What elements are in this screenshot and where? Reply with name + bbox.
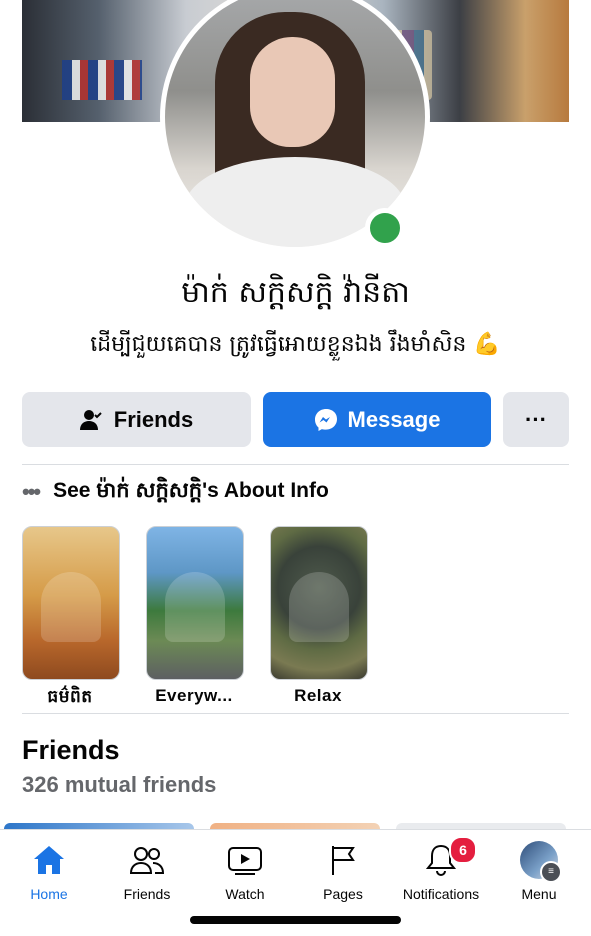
friends-button-label: Friends: [113, 406, 194, 432]
messenger-icon: [314, 408, 338, 432]
tab-home[interactable]: Home: [0, 830, 98, 905]
story-highlight[interactable]: [22, 526, 120, 680]
highlight-label: Relax: [294, 686, 342, 705]
mutual-friends-count[interactable]: 326 mutual friends: [22, 772, 216, 798]
tab-label: Home: [30, 886, 68, 902]
tab-menu[interactable]: ≡ Menu: [490, 830, 588, 905]
highlight-label: ធម៌ពិត: [47, 687, 93, 706]
divider: [22, 464, 569, 465]
more-options-button[interactable]: ···: [503, 392, 569, 447]
about-info-link[interactable]: ••• See ម៉ាក់ សក្ដិសក្ដិ's About Info: [22, 477, 329, 507]
highlight-thumbnail: [165, 572, 225, 642]
profile-bio: ដើម្បីជួយគេបាន ត្រូវធ្វើអោយខ្លួនឯង រឹងមា…: [90, 332, 501, 357]
home-icon: [29, 842, 69, 878]
tab-notifications[interactable]: 6 Notifications: [392, 830, 490, 905]
story-highlight[interactable]: [270, 526, 368, 680]
highlight-thumbnail: [41, 572, 101, 642]
more-dots-icon: ···: [525, 406, 547, 432]
bottom-tab-bar: Home Friends Watch Pages 6 Notifications…: [0, 829, 591, 905]
friends-icon: [127, 842, 167, 878]
online-status-indicator: [365, 208, 405, 248]
message-button-label: Message: [347, 406, 441, 432]
menu-avatar-icon: ≡: [519, 841, 562, 883]
highlight-thumbnail: [289, 572, 349, 642]
more-dots-icon: •••: [22, 479, 41, 504]
friend-check-icon: [79, 409, 104, 431]
tab-label: Pages: [323, 886, 363, 902]
tab-friends[interactable]: Friends: [98, 830, 196, 905]
tab-label: Notifications: [402, 886, 480, 902]
tab-watch[interactable]: Watch: [196, 830, 294, 905]
tab-label: Watch: [225, 886, 265, 902]
about-info-text: See ម៉ាក់ សក្ដិសក្ដិ's About Info: [53, 478, 329, 502]
message-button[interactable]: Message: [263, 392, 491, 447]
pages-flag-icon: [323, 842, 363, 878]
photo-detail: [250, 37, 335, 147]
friends-button[interactable]: Friends: [22, 392, 251, 447]
hamburger-icon: ≡: [540, 861, 562, 883]
highlight-label: Everyw...: [155, 686, 233, 705]
avatar: ≡: [520, 841, 562, 883]
cover-detail: [62, 60, 142, 100]
tab-label: Friends: [123, 886, 171, 902]
home-indicator[interactable]: [190, 916, 401, 924]
notification-count-badge: 6: [449, 836, 477, 864]
tab-pages[interactable]: Pages: [294, 830, 392, 905]
friends-section-title: Friends: [22, 735, 120, 765]
story-highlight[interactable]: [146, 526, 244, 680]
watch-icon: [225, 842, 265, 878]
profile-name: ម៉ាក់ សក្ដិសក្ដិ វ៉ានីតា: [181, 275, 410, 310]
divider: [22, 713, 569, 714]
tab-label: Menu: [521, 886, 557, 902]
